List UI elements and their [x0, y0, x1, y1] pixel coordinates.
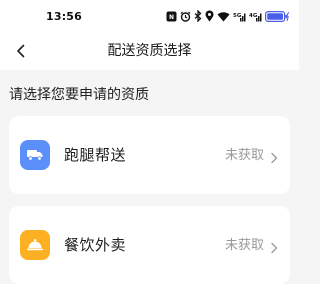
delivery-truck-icon [20, 140, 50, 170]
page-title: 配送资质选择 [107, 43, 192, 59]
qualification-name: 跑腿帮送 [64, 146, 127, 164]
qualification-card-food-delivery[interactable]: 餐饮外卖 未获取 [9, 206, 290, 284]
status-bar: 13:56 N 5G 4G [0, 0, 299, 34]
svg-text:N: N [169, 14, 174, 21]
qualification-card-errand[interactable]: 跑腿帮送 未获取 [9, 116, 290, 194]
chevron-right-icon [270, 149, 278, 168]
signal-5g-icon: 5G [233, 11, 246, 22]
battery-charging-icon [265, 10, 289, 22]
nfc-icon: N [166, 11, 177, 22]
location-icon [205, 10, 214, 22]
signal-icon: 4G [249, 11, 262, 22]
alarm-icon [180, 11, 191, 22]
food-cloche-icon [20, 230, 50, 260]
bluetooth-icon [194, 10, 202, 22]
chevron-right-icon [270, 239, 278, 258]
qualification-name: 餐饮外卖 [64, 236, 127, 254]
qualification-status: 未获取 [224, 238, 264, 253]
wifi-icon [217, 11, 230, 22]
status-icons: N 5G 4G [166, 9, 289, 23]
qualification-status: 未获取 [224, 148, 264, 163]
status-time: 13:56 [46, 10, 83, 23]
nav-bar: 配送资质选择 [0, 34, 299, 70]
section-label: 请选择您要申请的资质 [9, 87, 149, 103]
